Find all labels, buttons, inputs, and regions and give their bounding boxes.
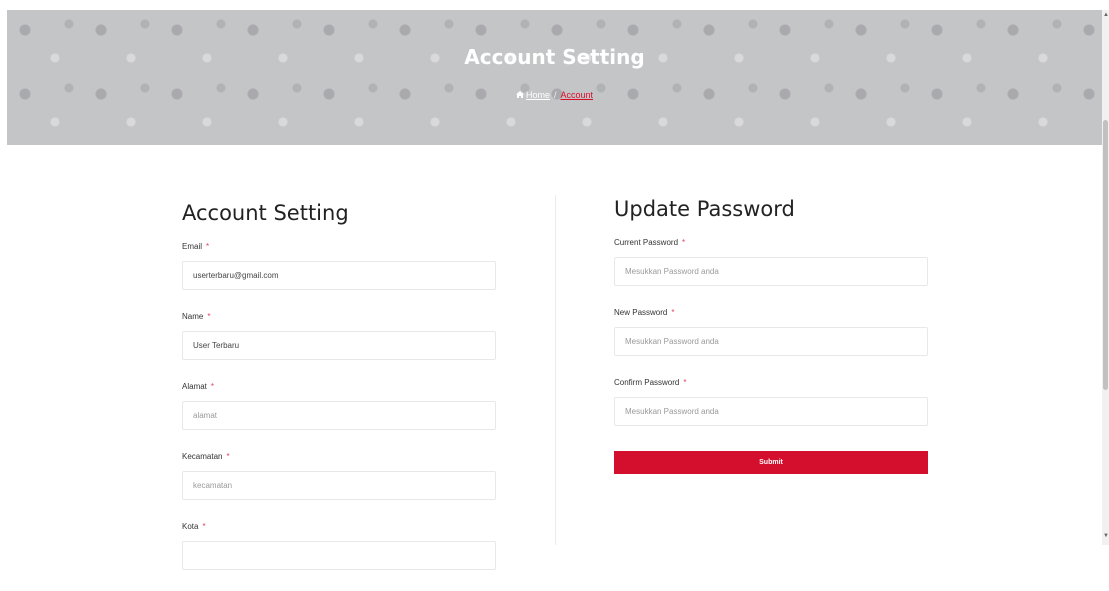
- breadcrumb-current-link[interactable]: Account: [561, 90, 594, 100]
- home-icon: [515, 90, 524, 100]
- breadcrumb-separator: /: [553, 90, 557, 100]
- required-marker: *: [210, 382, 215, 391]
- current-password-label: Current Password *: [614, 238, 686, 247]
- required-marker: *: [683, 378, 687, 387]
- required-marker: *: [671, 308, 675, 317]
- required-marker: *: [202, 522, 206, 531]
- confirm-password-field[interactable]: Mesukkan Password anda: [614, 397, 928, 426]
- alamat-label: Alamat *: [182, 382, 215, 391]
- kota-field-group: Kota *: [182, 521, 496, 591]
- name-label: Name *: [182, 312, 211, 321]
- new-password-label: New Password *: [614, 308, 675, 317]
- account-setting-form: Account Setting Email * userterbaru@gmail…: [182, 195, 496, 591]
- update-password-title: Update Password: [614, 197, 795, 221]
- scroll-up-arrow-icon[interactable]: ▲: [1103, 12, 1109, 18]
- required-marker: *: [207, 312, 211, 321]
- update-password-form: Update Password Current Password * Mesukk…: [614, 195, 928, 474]
- scroll-thumb[interactable]: [1103, 120, 1108, 390]
- hero-banner: Account Setting Home / Account: [7, 10, 1102, 145]
- name-field-group: Name * User Terbaru: [182, 311, 496, 381]
- current-password-field[interactable]: Mesukkan Password anda: [614, 257, 928, 286]
- new-password-group: New Password * Mesukkan Password anda: [614, 307, 928, 377]
- email-field-group: Email * userterbaru@gmail.com: [182, 241, 496, 311]
- kota-label: Kota *: [182, 522, 206, 531]
- breadcrumb-home-link[interactable]: Home: [526, 90, 550, 100]
- confirm-password-group: Confirm Password * Mesukkan Password anda: [614, 377, 928, 447]
- required-marker: *: [206, 242, 210, 251]
- page-scrollbar[interactable]: ▲ ▼: [1102, 10, 1109, 545]
- confirm-password-label: Confirm Password *: [614, 378, 687, 387]
- required-marker: *: [682, 238, 686, 247]
- page-title: Account Setting: [464, 45, 645, 69]
- kecamatan-field[interactable]: kecamatan: [182, 471, 496, 500]
- required-marker: *: [226, 452, 230, 461]
- new-password-field[interactable]: Mesukkan Password anda: [614, 327, 928, 356]
- kota-field[interactable]: [182, 541, 496, 570]
- column-divider: [555, 195, 556, 545]
- alamat-field-group: Alamat * alamat: [182, 381, 496, 451]
- kecamatan-field-group: Kecamatan * kecamatan: [182, 451, 496, 521]
- submit-button[interactable]: Submit: [614, 451, 928, 474]
- scroll-down-arrow-icon[interactable]: ▼: [1103, 533, 1109, 539]
- email-field[interactable]: userterbaru@gmail.com: [182, 261, 496, 290]
- current-password-group: Current Password * Mesukkan Password anda: [614, 237, 928, 307]
- breadcrumb: Home / Account: [7, 90, 1102, 100]
- account-setting-title: Account Setting: [182, 201, 349, 225]
- email-label: Email *: [182, 242, 210, 251]
- kecamatan-label: Kecamatan *: [182, 452, 230, 461]
- name-field[interactable]: User Terbaru: [182, 331, 496, 360]
- alamat-field[interactable]: alamat: [182, 401, 496, 430]
